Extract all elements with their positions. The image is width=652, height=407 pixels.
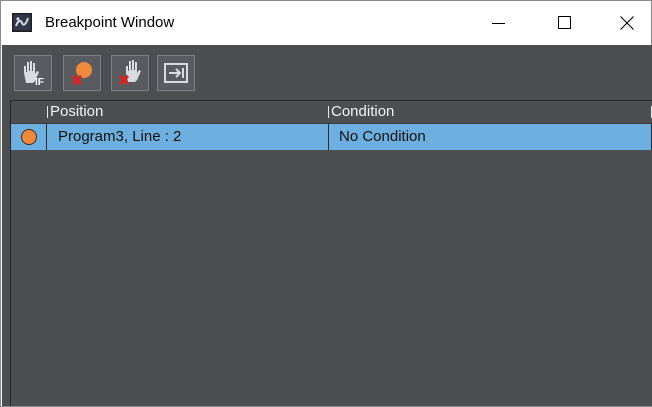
delete-all-breakpoints-button[interactable]	[111, 55, 149, 91]
close-icon	[620, 16, 634, 30]
delete-all-breakpoints-icon	[118, 60, 141, 86]
svg-text:IF: IF	[35, 77, 44, 88]
maximize-icon	[558, 16, 571, 29]
delete-breakpoint-icon	[71, 62, 92, 86]
breakpoint-window: Breakpoint Window IF Position Condition …	[0, 0, 652, 407]
window-content: IF Position Condition Program3, Line: 2…	[2, 45, 652, 406]
condition-cell[interactable]: No Condition	[329, 124, 652, 150]
toolbar: IF	[2, 45, 652, 97]
column-resizer[interactable]	[47, 106, 48, 118]
conditional-breakpoint-icon: IF	[24, 61, 44, 88]
column-header-condition[interactable]: Condition	[331, 103, 394, 121]
maximize-button[interactable]	[537, 1, 593, 45]
column-header-position[interactable]: Position	[50, 103, 103, 121]
breakpoint-enabled-icon	[21, 129, 37, 145]
go-to-breakpoint-button[interactable]	[157, 55, 195, 91]
column-resizer[interactable]	[328, 106, 329, 118]
close-button[interactable]	[599, 1, 652, 45]
minimize-button[interactable]	[471, 1, 527, 45]
minimize-icon	[492, 23, 505, 24]
go-to-breakpoint-icon	[164, 63, 188, 83]
position-cell: Program3, Line : 2	[47, 124, 329, 150]
delete-breakpoint-button[interactable]	[63, 55, 101, 91]
breakpoint-status-cell[interactable]	[11, 124, 47, 150]
table-header: Position Condition	[11, 101, 652, 124]
conditional-breakpoint-button[interactable]: IF	[14, 55, 52, 91]
breakpoint-list[interactable]: Position Condition Program3, Line : 2 No…	[10, 100, 652, 406]
table-row[interactable]: Program3, Line : 2 No Condition	[11, 124, 652, 150]
window-title: Breakpoint Window	[45, 14, 175, 31]
debug-window-icon	[12, 13, 32, 32]
title-bar[interactable]: Breakpoint Window	[1, 1, 651, 45]
